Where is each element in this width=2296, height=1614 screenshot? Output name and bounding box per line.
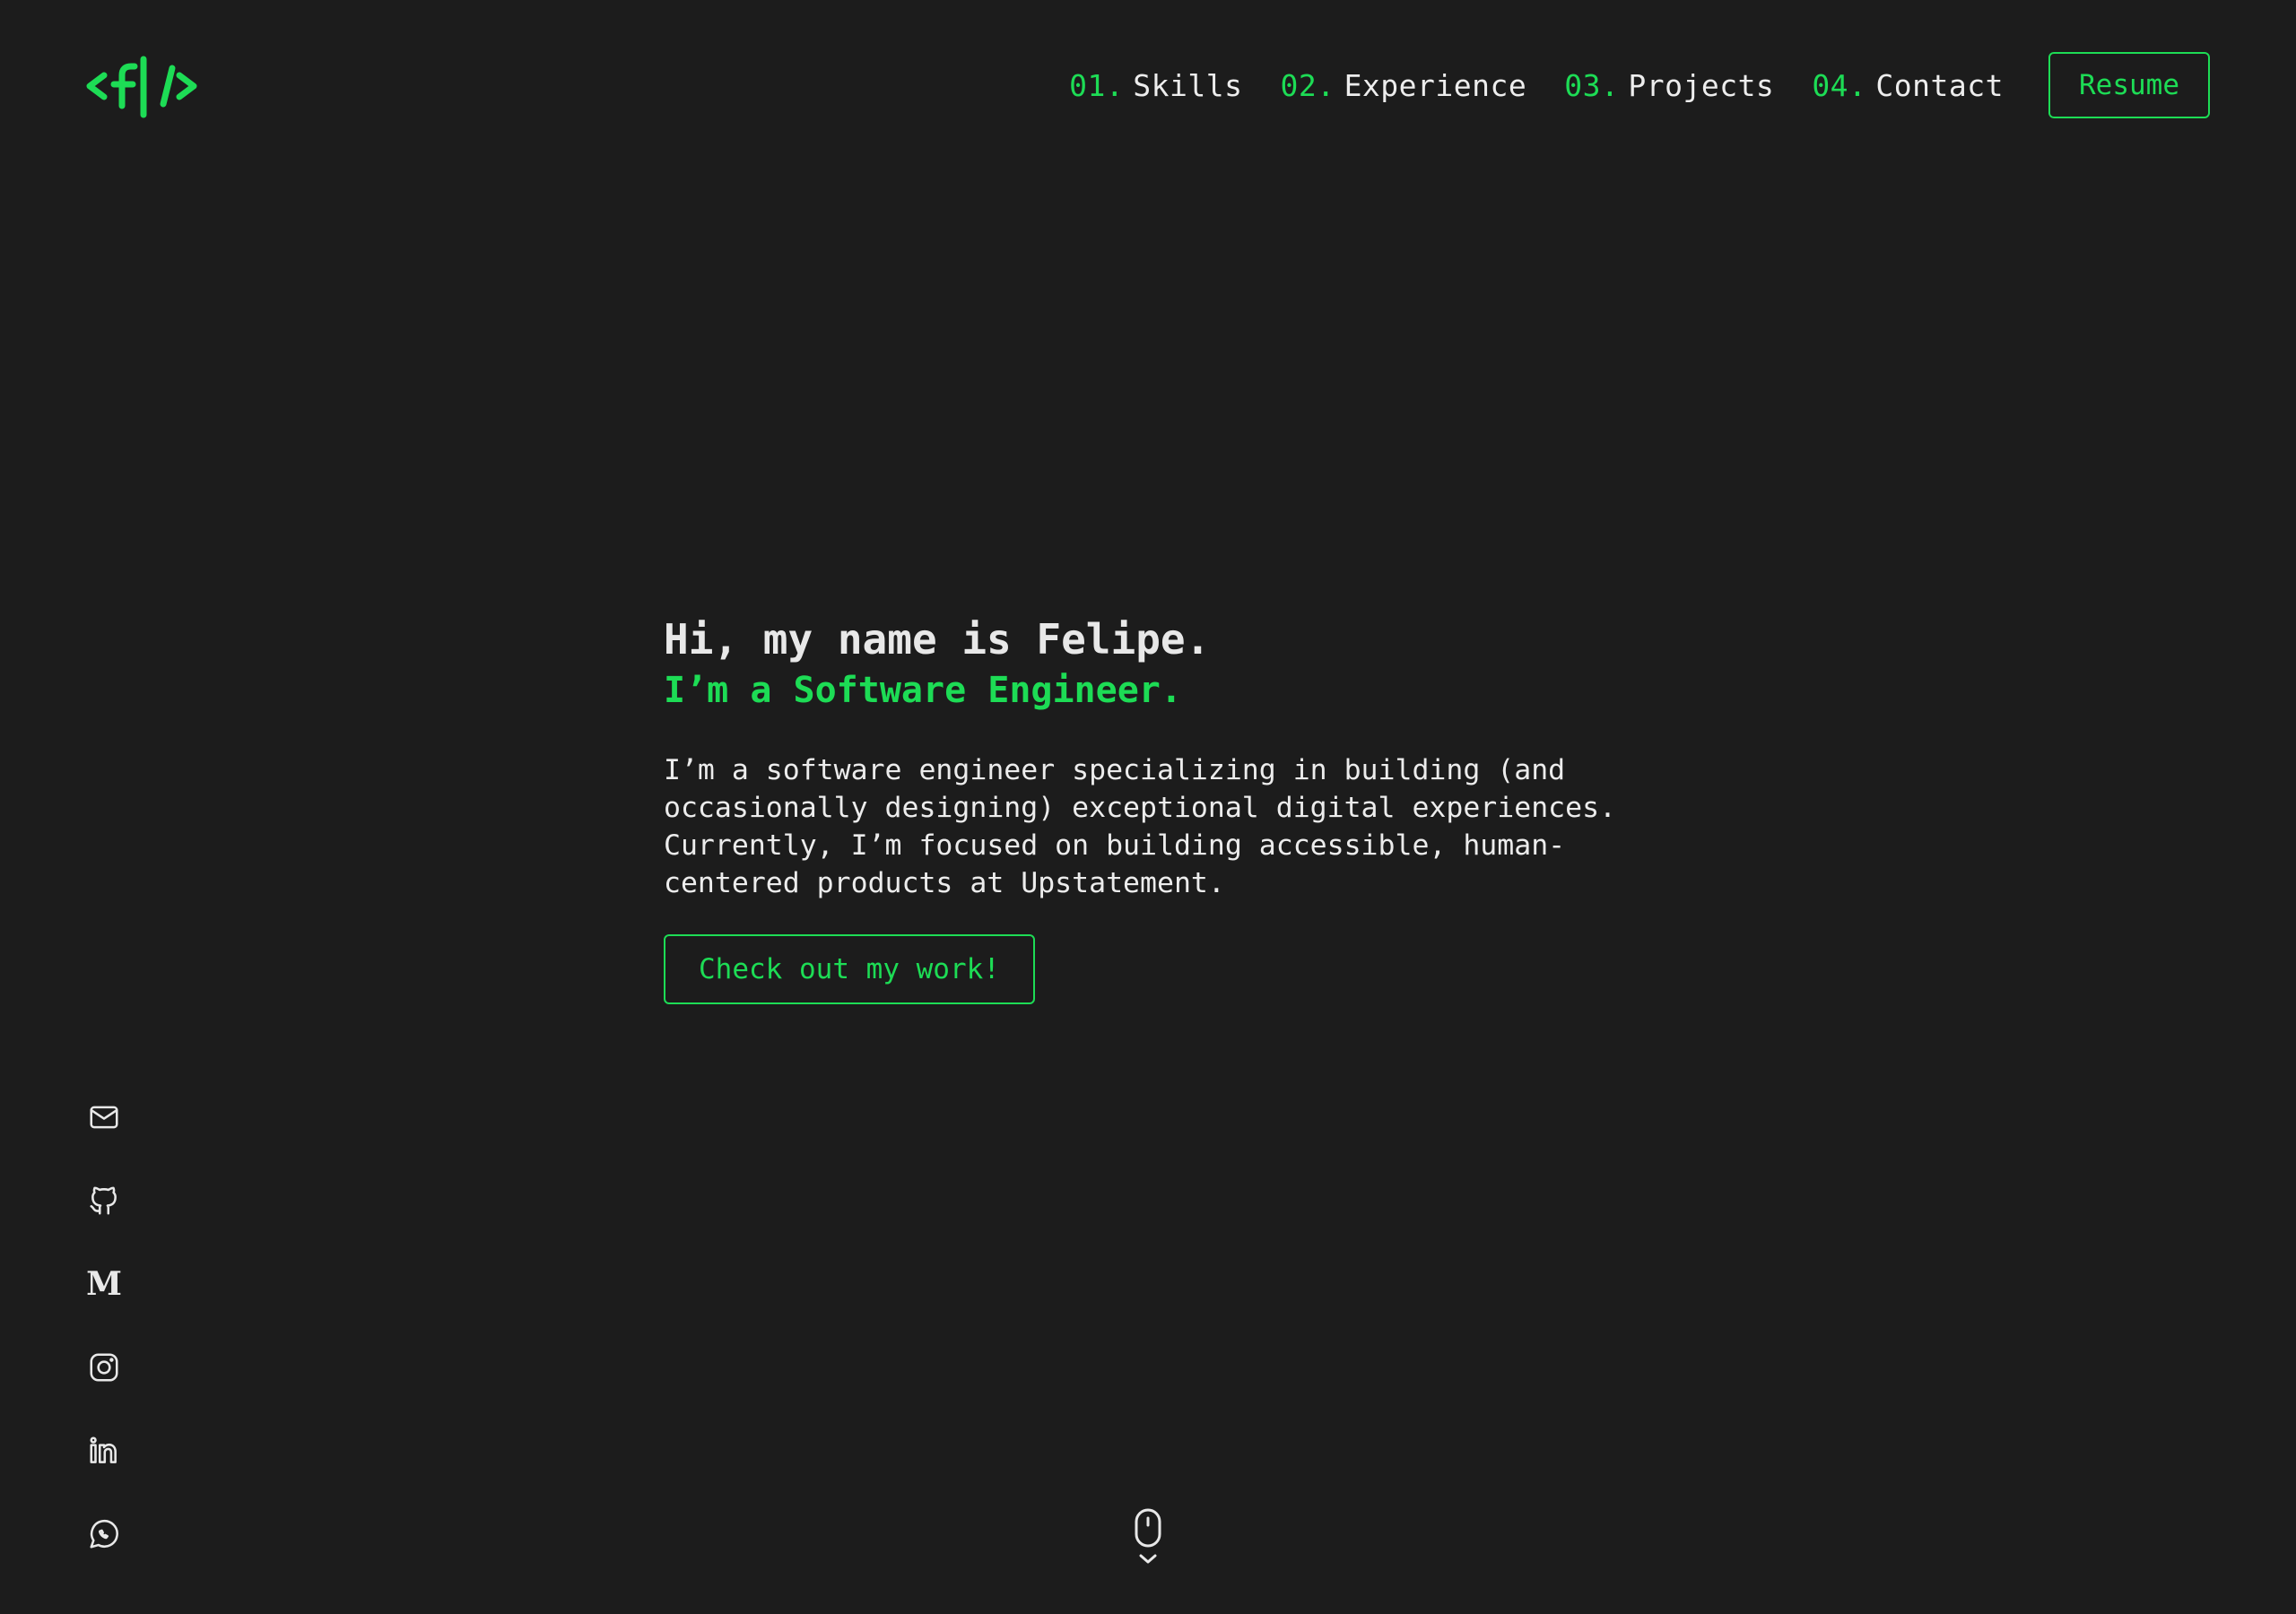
nav-item-label: Contact [1875,67,2004,103]
site-logo[interactable] [86,54,197,118]
hero-title: Hi, my name is Felipe. [664,615,1211,664]
nav-item-contact[interactable]: 04. Contact [1812,68,2004,103]
nav-item-number: 02. [1280,67,1335,103]
nav-item-label: Projects [1628,67,1775,103]
github-icon [90,1186,117,1215]
mail-icon [90,1106,118,1129]
instagram-link[interactable] [86,1349,122,1385]
hero-section: Hi, my name is Felipe. I’m a Software En… [664,608,1668,1004]
instagram-icon [90,1353,118,1382]
scroll-down-indicator[interactable] [1132,1506,1164,1569]
nav-item-number: 01. [1069,67,1125,103]
github-link[interactable] [86,1183,122,1219]
whatsapp-link[interactable] [86,1516,122,1552]
social-links: M [86,1099,122,1600]
nav-item-label: Experience [1344,67,1527,103]
nav-item-number: 03. [1564,67,1620,103]
hero-subtitle: I’m a Software Engineer. [664,670,1182,711]
hero-description: I’m a software engineer specializing in … [664,754,1617,899]
nav-item-skills[interactable]: 01. Skills [1069,68,1242,103]
main-nav: 01. Skills 02. Experience 03. Projects 0… [1069,50,2210,120]
nav-item-number: 04. [1812,67,1867,103]
medium-icon: M [86,1265,122,1303]
nav-item-experience[interactable]: 02. Experience [1280,68,1526,103]
resume-button[interactable]: Resume [2048,52,2210,118]
nav-item-projects[interactable]: 03. Projects [1564,68,1774,103]
mail-link[interactable] [86,1099,122,1135]
nav-item-label: Skills [1133,67,1243,103]
mouse-scroll-icon [1135,1508,1161,1564]
medium-link[interactable]: M [86,1266,122,1302]
linkedin-link[interactable] [86,1433,122,1469]
linkedin-icon [90,1436,117,1463]
code-brackets-logo-icon [86,56,197,118]
check-out-work-button[interactable]: Check out my work! [664,934,1035,1004]
whatsapp-icon [90,1519,118,1549]
